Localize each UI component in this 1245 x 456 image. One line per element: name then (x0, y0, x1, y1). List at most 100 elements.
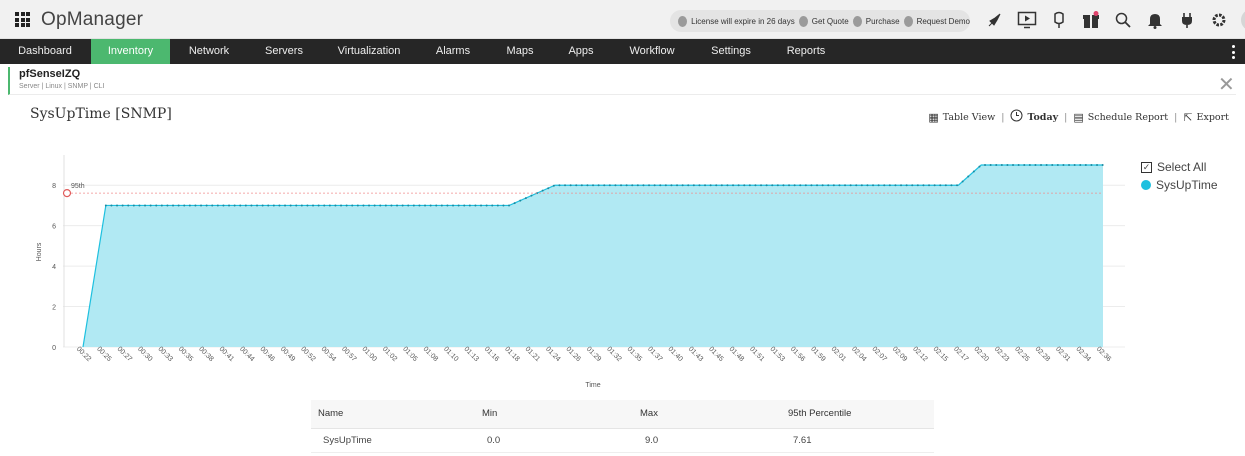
x-tick-label: 01:08 (422, 346, 439, 363)
purchase-link[interactable]: Purchase (866, 17, 900, 26)
legend-item-sysuptime[interactable]: SysUpTime (1141, 178, 1218, 192)
data-point (530, 194, 533, 197)
data-point (334, 204, 337, 207)
data-point (866, 184, 869, 187)
cell-min: 0.0 (475, 428, 633, 453)
data-point (928, 184, 931, 187)
data-point (418, 204, 421, 207)
data-point (323, 204, 326, 207)
period-selector[interactable]: Today (1027, 112, 1058, 123)
table-view-button[interactable]: Table View (943, 112, 996, 123)
x-tick-label: 00:33 (156, 346, 173, 363)
data-point (368, 204, 371, 207)
select-all-label[interactable]: Select All (1157, 160, 1206, 174)
app-logo[interactable]: OpManager (41, 9, 143, 31)
nav-network[interactable]: Network (180, 39, 238, 64)
data-point (648, 184, 651, 187)
nav-inventory[interactable]: Inventory (91, 39, 170, 64)
get-quote-link[interactable]: Get Quote (812, 17, 849, 26)
data-point (121, 204, 124, 207)
nav-apps[interactable]: Apps (560, 39, 602, 64)
data-point (547, 187, 550, 190)
data-point (424, 204, 427, 207)
legend-series-label[interactable]: SysUpTime (1156, 178, 1218, 192)
nav-alarms[interactable]: Alarms (427, 39, 479, 64)
nav-virtualization[interactable]: Virtualization (330, 39, 408, 64)
data-point (743, 184, 746, 187)
nav-servers[interactable]: Servers (255, 39, 313, 64)
nav-settings[interactable]: Settings (703, 39, 759, 64)
nav-dashboard[interactable]: Dashboard (14, 39, 76, 64)
nav-reports[interactable]: Reports (778, 39, 834, 64)
data-point (916, 184, 919, 187)
data-point (782, 184, 785, 187)
avatar-icon[interactable] (1241, 9, 1245, 31)
table-row: SysUpTime 0.0 9.0 7.61 (311, 428, 934, 453)
data-point (664, 184, 667, 187)
x-tick-label: 00:46 (258, 346, 275, 363)
data-point (754, 184, 757, 187)
data-point (284, 204, 287, 207)
close-icon[interactable]: ✕ (1218, 72, 1235, 97)
more-menu-icon[interactable] (1232, 45, 1236, 59)
x-tick-label: 01:26 (564, 346, 581, 363)
data-point (144, 204, 147, 207)
data-point (250, 204, 253, 207)
data-point (569, 184, 572, 187)
data-point (933, 184, 936, 187)
data-point (256, 204, 259, 207)
data-point (233, 204, 236, 207)
app-grid-icon[interactable] (15, 12, 30, 27)
data-point (967, 175, 970, 178)
nav-maps[interactable]: Maps (498, 39, 542, 64)
data-point (340, 204, 343, 207)
data-point (900, 184, 903, 187)
data-point (653, 184, 656, 187)
play-screen-icon[interactable] (1017, 10, 1037, 30)
bell-icon[interactable] (1145, 10, 1165, 30)
nav-workflow[interactable]: Workflow (622, 39, 682, 64)
export-button[interactable]: Export (1197, 112, 1229, 123)
data-point (984, 164, 987, 166)
data-point (580, 184, 583, 187)
device-name[interactable]: pfSenseIZQ (19, 68, 80, 80)
data-point (278, 204, 281, 207)
x-axis-title: Time (585, 382, 600, 389)
x-tick-label: 02:12 (911, 346, 928, 363)
data-point (552, 184, 555, 187)
data-point (200, 204, 203, 207)
col-max: Max (633, 400, 781, 429)
data-point (211, 204, 214, 207)
plugin-icon[interactable] (1049, 10, 1069, 30)
rocket-icon[interactable] (985, 10, 1005, 30)
demo-icon (903, 15, 913, 27)
data-point (972, 170, 975, 173)
gift-icon[interactable] (1081, 10, 1101, 30)
x-tick-label: 01:59 (809, 346, 826, 363)
x-tick-label: 02:25 (1013, 346, 1030, 363)
x-tick-label: 00:44 (238, 346, 255, 363)
data-point (496, 204, 499, 207)
stats-table: Name Min Max 95th Percentile SysUpTime 0… (311, 400, 934, 453)
search-icon[interactable] (1113, 10, 1133, 30)
data-point (480, 204, 483, 207)
data-point (1096, 164, 1099, 166)
data-point (351, 204, 354, 207)
data-point (625, 184, 628, 187)
select-all-checkbox[interactable]: ✓ Select All (1141, 160, 1218, 174)
schedule-report-button[interactable]: Schedule Report (1088, 112, 1168, 123)
data-point (1051, 164, 1054, 166)
data-point (670, 184, 673, 187)
x-tick-label: 01:56 (789, 346, 806, 363)
x-tick-label: 02:36 (1095, 346, 1112, 363)
data-point (1040, 164, 1043, 166)
request-demo-link[interactable]: Request Demo (917, 17, 970, 26)
checkbox-checked-icon[interactable]: ✓ (1141, 161, 1152, 173)
cart-icon (852, 15, 862, 27)
data-point (328, 204, 331, 207)
data-point (127, 204, 130, 207)
x-tick-label: 00:22 (75, 346, 92, 363)
power-plug-icon[interactable] (1177, 10, 1197, 30)
gear-icon[interactable] (1209, 10, 1229, 30)
device-tags: Server | Linux | SNMP | CLI (19, 83, 105, 90)
